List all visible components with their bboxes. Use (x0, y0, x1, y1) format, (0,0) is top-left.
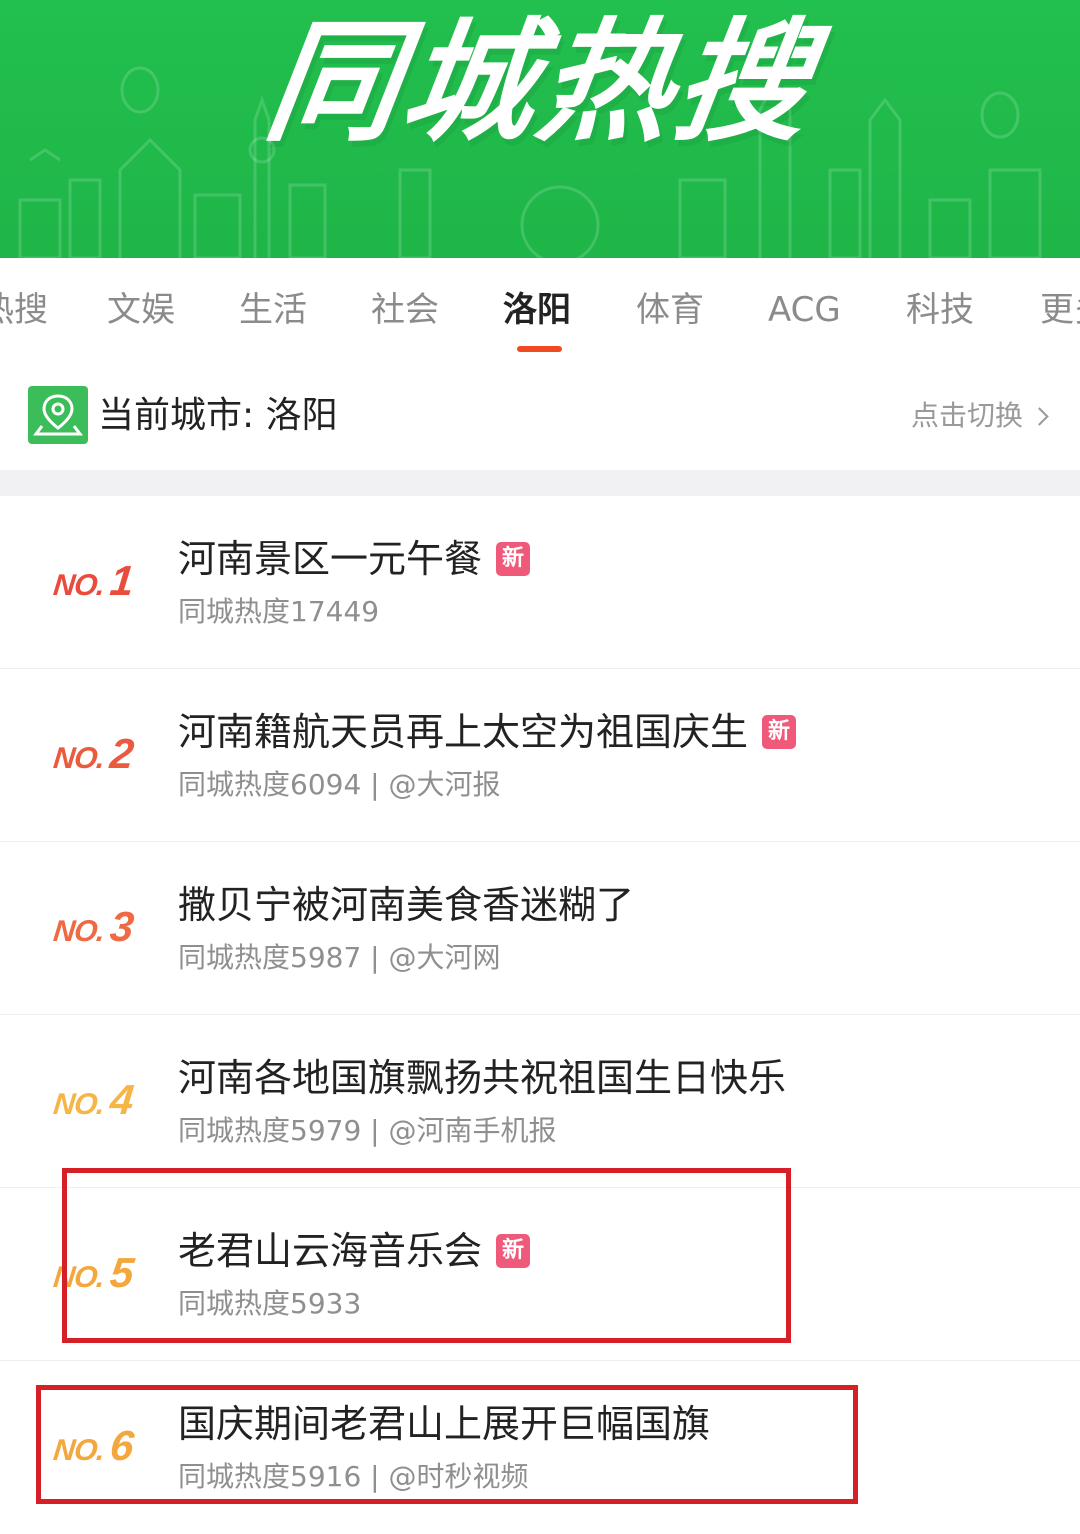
list-item[interactable]: NO.5 老君山云海音乐会 新 同城热度5933 (0, 1188, 1080, 1361)
tab-life[interactable]: 生活 (239, 288, 307, 332)
rank-number: 6 (107, 1422, 137, 1469)
tab-sports[interactable]: 体育 (636, 288, 704, 332)
item-title: 河南景区一元午餐 (178, 537, 483, 581)
list-item[interactable]: NO.6 国庆期间老君山上展开巨幅国旗 同城热度5916 | @时秒视频 (0, 1361, 1080, 1534)
rank-number: 5 (107, 1249, 137, 1296)
rank-label: NO.4 (51, 1076, 167, 1123)
tab-luoyang[interactable]: 洛阳 (503, 288, 571, 332)
item-title: 河南各地国旗飘扬共祝祖国生日快乐 (178, 1056, 787, 1100)
current-city-label: 当前城市: 洛阳 (98, 395, 338, 436)
rank-label: NO.6 (51, 1422, 167, 1469)
tab-society[interactable]: 社会 (371, 288, 439, 332)
new-badge: 新 (496, 1234, 531, 1268)
rank-prefix: NO. (51, 1434, 106, 1467)
rank-prefix: NO. (51, 1261, 106, 1294)
tab-technology[interactable]: 科技 (906, 288, 974, 332)
item-title: 撒贝宁被河南美食香迷糊了 (178, 883, 635, 927)
rank-number: 3 (107, 903, 137, 950)
list-item[interactable]: NO.2 河南籍航天员再上太空为祖国庆生 新 同城热度6094 | @大河报 (0, 669, 1080, 842)
current-city-row: 当前城市: 洛阳 点击切换 (0, 358, 1080, 470)
tab-more[interactable]: 更多 (1040, 288, 1080, 332)
rank-label: NO.2 (51, 730, 167, 777)
rank-prefix: NO. (51, 742, 106, 775)
rank-label: NO.1 (51, 557, 167, 604)
item-heat-meta: 同城热度6094 | @大河报 (178, 768, 501, 801)
item-title: 老君山云海音乐会 (178, 1229, 483, 1273)
tab-entertainment[interactable]: 文娱 (107, 288, 175, 332)
item-heat-meta: 同城热度5979 | @河南手机报 (178, 1114, 557, 1147)
new-badge: 新 (496, 542, 531, 576)
list-item[interactable]: NO.1 河南景区一元午餐 新 同城热度17449 (0, 496, 1080, 669)
section-divider (0, 470, 1080, 496)
category-tab-bar: 热搜 文娱 生活 社会 洛阳 体育 ACG 科技 更多 (0, 258, 1080, 358)
rank-label: NO.5 (51, 1249, 167, 1296)
switch-city-button[interactable]: 点击切换 (910, 398, 1049, 434)
rank-number: 2 (107, 730, 137, 777)
banner: 同城热搜 (0, 0, 1080, 258)
rank-prefix: NO. (51, 1088, 106, 1121)
banner-title: 同城热搜 (257, 6, 823, 160)
item-title: 国庆期间老君山上展开巨幅国旗 (178, 1402, 711, 1446)
item-heat-meta: 同城热度17449 (178, 595, 380, 628)
item-heat-meta: 同城热度5987 | @大河网 (178, 941, 501, 974)
rank-prefix: NO. (51, 569, 106, 602)
chevron-right-icon (1030, 406, 1049, 426)
rank-number: 1 (107, 557, 137, 604)
list-item[interactable]: NO.4 河南各地国旗飘扬共祝祖国生日快乐 同城热度5979 | @河南手机报 (0, 1015, 1080, 1188)
new-badge: 新 (762, 715, 797, 749)
item-heat-meta: 同城热度5916 | @时秒视频 (178, 1460, 529, 1493)
list-item[interactable]: NO.3 撒贝宁被河南美食香迷糊了 同城热度5987 | @大河网 (0, 842, 1080, 1015)
rank-number: 4 (107, 1076, 137, 1123)
rank-prefix: NO. (51, 915, 106, 948)
tab-hot-search[interactable]: 热搜 (0, 288, 48, 332)
switch-city-label: 点击切换 (910, 399, 1023, 432)
location-pin-icon (28, 386, 88, 444)
active-tab-indicator (517, 346, 562, 352)
tab-acg[interactable]: ACG (768, 288, 841, 332)
item-title: 河南籍航天员再上太空为祖国庆生 (178, 710, 749, 754)
rank-label: NO.3 (51, 903, 167, 950)
item-heat-meta: 同城热度5933 (178, 1287, 362, 1320)
